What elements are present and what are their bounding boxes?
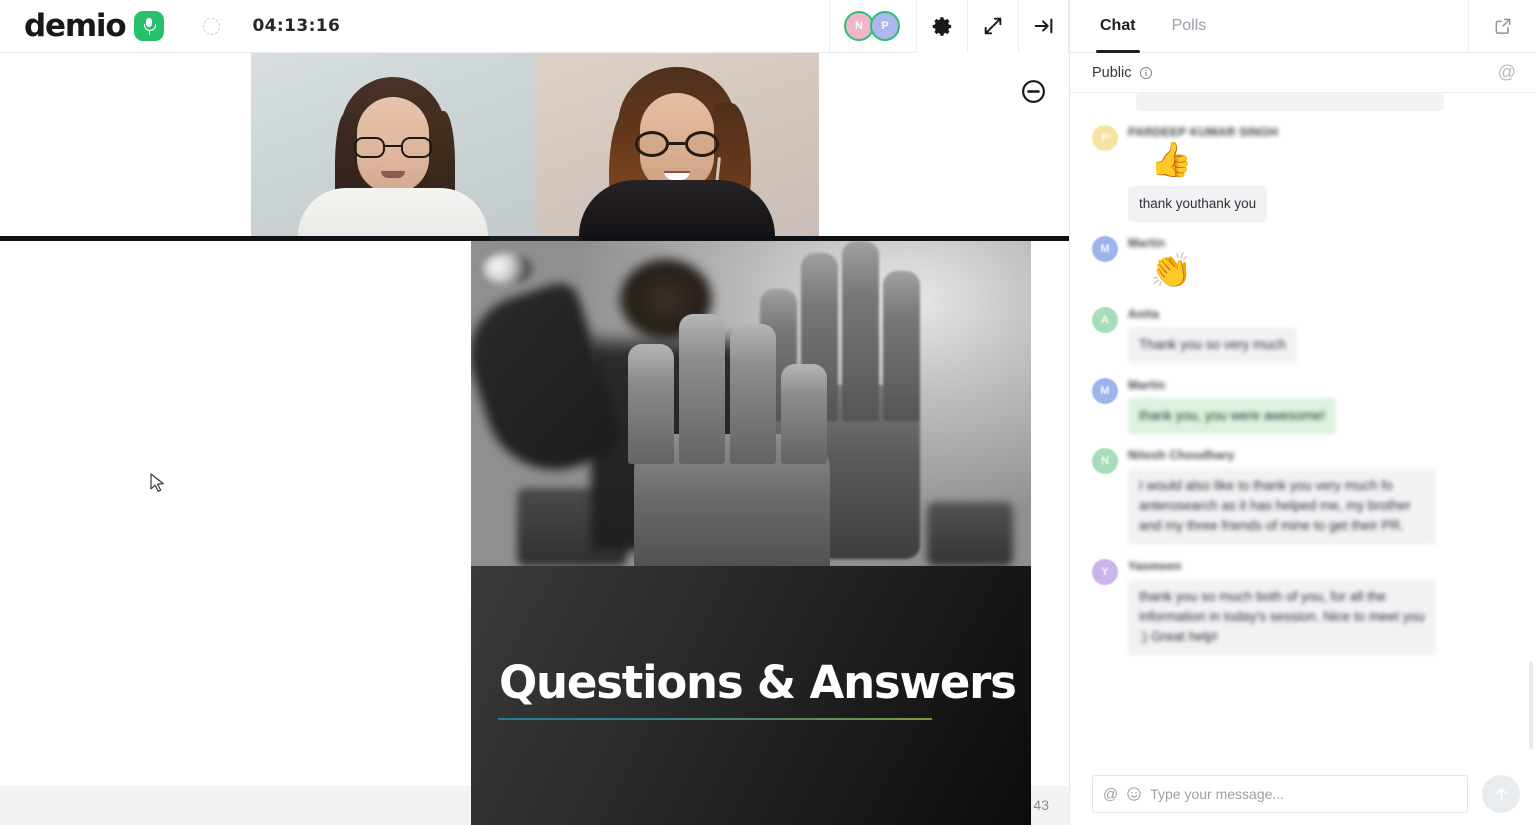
slide-page-number: 43 — [1033, 797, 1049, 813]
list-item: M Martin 👏 — [1092, 222, 1514, 293]
popout-chat-button[interactable] — [1468, 0, 1536, 52]
slide[interactable]: Questions & Answers — [471, 241, 1031, 825]
chat-panel: Chat Polls Public @ P — [1070, 0, 1536, 825]
list-item: Y Yasmeen thank you so much both of you,… — [1092, 545, 1514, 656]
message-text: I would also like to thank you very much… — [1128, 468, 1436, 545]
fullscreen-button[interactable] — [967, 0, 1018, 53]
list-item: M Martin thank you, you were awesome! — [1092, 364, 1514, 434]
presentation-area[interactable]: Questions & Answers 43 — [0, 241, 1069, 825]
brand-logo[interactable]: demio — [0, 8, 164, 44]
expand-arrows-icon — [982, 15, 1004, 37]
message-text: Thank you so very much — [1128, 327, 1297, 363]
list-item: A Anita Thank you so very much — [1092, 293, 1514, 363]
message-text: thank youthank you — [1128, 186, 1267, 222]
message-author: Nitesh Choudhary — [1128, 448, 1514, 462]
at-icon[interactable]: @ — [1103, 786, 1118, 803]
circle-minus-icon — [1020, 78, 1047, 105]
presenter-camera-1[interactable] — [251, 53, 535, 236]
message-body: Martin 👏 — [1128, 236, 1514, 293]
stage-column: demio 04:13:16 N P — [0, 0, 1070, 825]
message-emoji: 👍 — [1150, 141, 1514, 180]
avatar[interactable]: P — [1092, 125, 1118, 151]
chat-message-list[interactable]: P PARDEEP KUMAR SINGH 👍 thank youthank y… — [1070, 93, 1536, 763]
slide-body: Questions & Answers — [471, 566, 1031, 825]
slide-title: Questions & Answers — [499, 656, 1016, 709]
message-author: Anita — [1128, 307, 1514, 321]
top-bar: demio 04:13:16 N P — [0, 0, 1069, 53]
message-author: Martin — [1128, 378, 1514, 392]
participant-avatars[interactable]: N P — [829, 0, 916, 53]
avatar[interactable]: N — [1092, 448, 1118, 474]
message-author: PARDEEP KUMAR SINGH — [1128, 125, 1514, 139]
camera-strip — [0, 53, 1069, 236]
session-timer: 04:13:16 — [252, 16, 340, 36]
avatar[interactable]: M — [1092, 236, 1118, 262]
message-body: Martin thank you, you were awesome! — [1128, 378, 1514, 434]
message-author: Martin — [1128, 236, 1514, 250]
message-body: PARDEEP KUMAR SINGH 👍 thank youthank you — [1128, 125, 1514, 222]
chat-visibility-bar: Public @ — [1070, 53, 1536, 93]
tab-polls[interactable]: Polls — [1168, 0, 1211, 52]
chat-tab-bar: Chat Polls — [1070, 0, 1536, 53]
chat-compose-bar: @ — [1070, 763, 1536, 825]
list-item: P PARDEEP KUMAR SINGH 👍 thank youthank y… — [1092, 111, 1514, 222]
message-input-wrapper[interactable]: @ — [1092, 775, 1468, 813]
gear-icon — [931, 15, 954, 38]
clipped-message-top — [1136, 93, 1444, 111]
mouse-cursor — [150, 473, 166, 493]
message-input[interactable] — [1150, 786, 1457, 802]
demio-webinar-room: demio 04:13:16 N P — [0, 0, 1536, 825]
message-body: Anita Thank you so very much — [1128, 307, 1514, 363]
top-bar-actions: N P — [829, 0, 1069, 53]
message-author: Yasmeen — [1128, 559, 1514, 573]
avatar[interactable]: A — [1092, 307, 1118, 333]
settings-button[interactable] — [916, 0, 967, 53]
camera-grid — [251, 53, 819, 236]
arrow-to-line-icon — [1033, 15, 1055, 37]
message-body: Nitesh Choudhary I would also like to th… — [1128, 448, 1514, 545]
message-text: thank you, you were awesome! — [1128, 398, 1336, 434]
send-message-button[interactable] — [1482, 775, 1520, 813]
recording-idle-icon[interactable] — [203, 18, 220, 35]
external-link-icon — [1493, 16, 1513, 36]
avatar[interactable]: P — [870, 11, 900, 41]
mention-filter-icon[interactable]: @ — [1498, 62, 1516, 83]
message-emoji: 👏 — [1150, 252, 1514, 291]
info-circle-icon[interactable] — [1139, 66, 1153, 80]
collapse-panel-button[interactable] — [1018, 0, 1069, 53]
avatar[interactable]: M — [1092, 378, 1118, 404]
message-body: Yasmeen thank you so much both of you, f… — [1128, 559, 1514, 656]
brand-name: demio — [24, 8, 125, 44]
tab-chat[interactable]: Chat — [1096, 0, 1140, 52]
arrow-up-icon — [1492, 785, 1511, 804]
chat-scrollbar[interactable] — [1529, 661, 1533, 749]
microphone-icon — [134, 11, 164, 41]
minimize-cameras-button[interactable] — [1020, 78, 1047, 105]
presenter-camera-2[interactable] — [535, 53, 819, 236]
slide-photo — [471, 241, 1031, 566]
smiley-icon[interactable] — [1126, 786, 1142, 802]
message-text: thank you so much both of you, for all t… — [1128, 579, 1436, 656]
avatar[interactable]: Y — [1092, 559, 1118, 585]
slide-accent-rule — [498, 718, 932, 720]
list-item: N Nitesh Choudhary I would also like to … — [1092, 434, 1514, 545]
chat-visibility-label: Public — [1092, 65, 1132, 81]
